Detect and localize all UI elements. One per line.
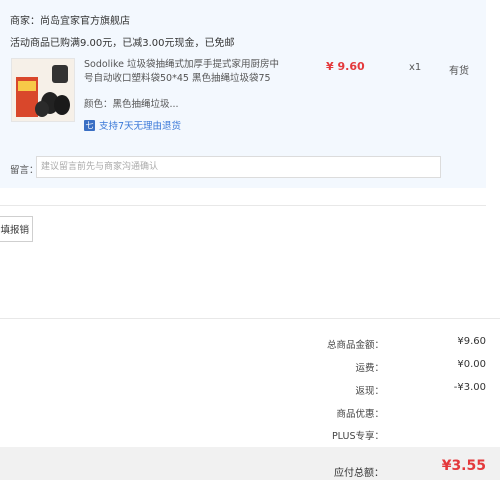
summary-value-cashback: -¥3.00: [453, 382, 486, 393]
summary-label-shipping: 运费：: [355, 363, 384, 374]
product-thumbnail[interactable]: [11, 58, 75, 122]
stock-status: 有货: [449, 66, 469, 77]
shop-panel: 商家：尚岛宜家官方旗舰店 活动商品已购满9.00元，已减3.00元现金，已免邮 …: [0, 0, 486, 188]
summary-label-goods: 总商品金额：: [326, 340, 384, 351]
summary-label-plus: PLUS专享：: [331, 431, 384, 442]
summary-label-discount: 商品优惠：: [336, 409, 384, 420]
return-policy-text: 支持7天无理由退货: [99, 121, 182, 132]
product-title[interactable]: Sodolike 垃圾袋抽绳式加厚手提式家用厨房中号自动收口塑料袋50*45 黑…: [84, 58, 284, 86]
product-quantity: x1: [409, 62, 422, 73]
divider: [0, 318, 500, 319]
message-label: 留言：: [10, 165, 39, 176]
divider: [0, 205, 486, 206]
total-label: 应付总额：: [334, 468, 384, 479]
total-amount: ¥3.55: [441, 458, 486, 474]
product-price: ¥ 9.60: [326, 60, 365, 73]
message-input[interactable]: [36, 156, 441, 178]
promo-text: 活动商品已购满9.00元，已减3.00元现金，已免邮: [10, 38, 235, 49]
return-policy[interactable]: 七 支持7天无理由退货: [84, 118, 181, 132]
report-button[interactable]: 填报销: [0, 216, 33, 242]
total-bar: [0, 447, 500, 480]
summary-value-goods: ¥9.60: [457, 336, 486, 347]
summary-value-shipping: ¥0.00: [457, 359, 486, 370]
summary-label-cashback: 返现：: [355, 386, 384, 397]
seller-name[interactable]: 商家：尚岛宜家官方旗舰店: [10, 12, 130, 27]
product-color: 颜色：黑色抽绳垃圾...: [84, 99, 179, 110]
return-policy-icon: 七: [84, 119, 95, 131]
